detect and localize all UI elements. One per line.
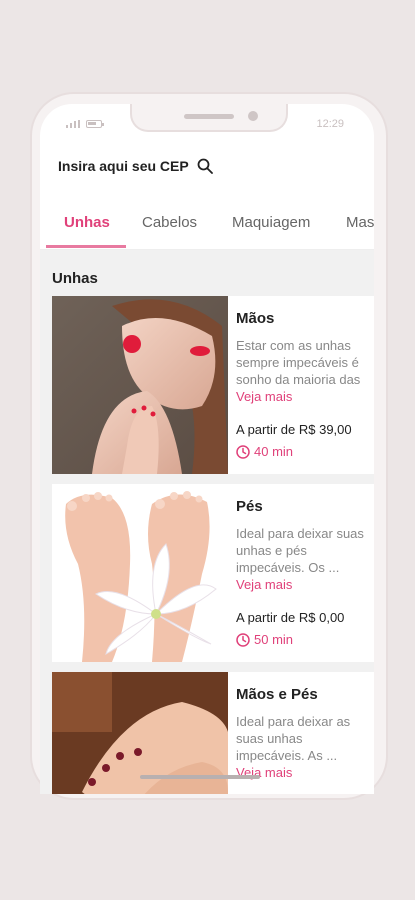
active-tab-indicator <box>46 245 126 248</box>
see-more-link[interactable]: Veja mais <box>236 388 374 405</box>
section-title: Unhas <box>52 270 98 287</box>
service-title: Mãos e Pés <box>236 686 318 703</box>
service-price: A partir de R$ 0,00 <box>236 610 345 625</box>
service-duration: 40 min <box>236 444 293 459</box>
duration-text: 50 min <box>254 632 294 647</box>
duration-text: 40 min <box>254 444 294 459</box>
status-icons <box>66 120 104 128</box>
clock-icon <box>236 632 250 647</box>
service-card-pes[interactable]: Pés Ideal para deixar suas unhas e pés i… <box>52 484 374 662</box>
service-description: Ideal para deixar as suas unhas impecáve… <box>236 714 351 763</box>
service-price: A partir de R$ 39,00 <box>236 422 352 437</box>
battery-icon <box>86 120 104 128</box>
home-indicator[interactable] <box>140 775 260 779</box>
service-duration: 50 min <box>236 632 293 647</box>
search-bar[interactable]: Insira aqui seu CEP <box>58 158 213 174</box>
signal-icon <box>66 120 80 128</box>
app-screen: 12:29 Insira aqui seu CEP Unhas Cabelos … <box>40 104 374 794</box>
service-image-pes <box>52 484 228 662</box>
service-image-maos <box>52 296 228 474</box>
tab-more[interactable]: Mas <box>346 204 374 250</box>
tab-cabelos[interactable]: Cabelos <box>142 204 197 250</box>
service-description: Estar com as unhas sempre impecáveis é s… <box>236 338 361 387</box>
search-icon[interactable] <box>197 158 213 174</box>
tab-unhas[interactable]: Unhas <box>64 204 110 250</box>
phone-notch <box>130 104 288 132</box>
tab-maquiagem[interactable]: Maquiagem <box>232 204 310 250</box>
category-tabs: Unhas Cabelos Maquiagem Mas <box>40 204 374 250</box>
speaker <box>184 114 234 119</box>
cep-search-input[interactable]: Insira aqui seu CEP <box>58 158 189 174</box>
service-description: Ideal para deixar suas unhas e pés impec… <box>236 526 364 575</box>
status-time: 12:29 <box>316 118 344 130</box>
camera <box>248 111 258 121</box>
service-title: Mãos <box>236 310 275 327</box>
see-more-link[interactable]: Veja mais <box>236 576 374 593</box>
service-card-maos[interactable]: Mãos Estar com as unhas sempre impecávei… <box>52 296 374 474</box>
service-title: Pés <box>236 498 263 515</box>
clock-icon <box>236 444 250 459</box>
